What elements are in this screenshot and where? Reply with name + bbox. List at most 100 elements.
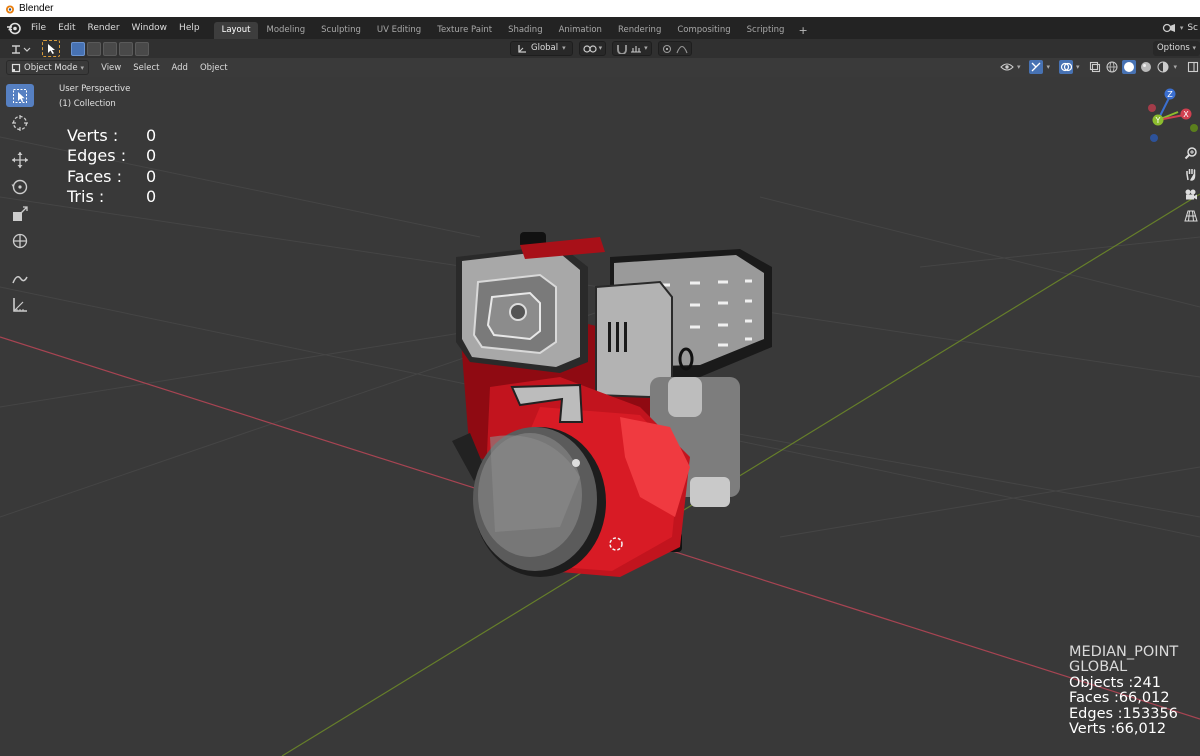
cursor-tool[interactable] (6, 111, 34, 134)
proportional-edit-dropdown[interactable] (657, 41, 692, 56)
stat-row-edges: Edges : 0 (67, 146, 156, 166)
viewport-menu-object[interactable]: Object (194, 63, 234, 73)
select-subtract-mode[interactable] (103, 41, 117, 56)
move-tool[interactable] (6, 148, 34, 171)
shading-rendered-icon[interactable] (1156, 60, 1170, 74)
transform-tool[interactable] (6, 229, 34, 252)
gizmo-y-label: Y (1155, 116, 1161, 125)
stat-label: Faces : (67, 166, 122, 186)
scene-statistics: Verts : 0 Edges : 0 Faces : 0 Tris : 0 (67, 126, 156, 207)
menu-file[interactable]: File (25, 19, 52, 37)
annotate-pencil-icon (12, 275, 28, 283)
shading-material-icon[interactable] (1139, 60, 1153, 74)
chevron-down-icon: ▾ (1046, 63, 1050, 71)
select-extend-mode[interactable] (87, 41, 101, 56)
chevron-down-icon: ▾ (1075, 63, 1080, 71)
scene-selector[interactable]: ▾ Sc (1162, 17, 1200, 39)
pan-hand-icon[interactable] (1184, 167, 1198, 181)
gizmo-z-label: Z (1167, 90, 1173, 99)
stat-value: 0 (146, 126, 157, 145)
editor-type-icon (12, 44, 31, 54)
menu-render[interactable]: Render (82, 19, 126, 37)
window-title: Blender (19, 3, 54, 14)
viewport-display-controls: ▾ ▾ ▾ ▾ (1000, 60, 1200, 74)
viewport-menu-select[interactable]: Select (127, 63, 165, 73)
window-title-bar: Blender (0, 0, 1200, 17)
add-workspace-button[interactable]: + (792, 22, 813, 39)
select-invert-mode[interactable] (119, 41, 133, 56)
tab-rendering[interactable]: Rendering (610, 22, 669, 39)
camera-view-icon[interactable] (1184, 188, 1198, 202)
tab-uv-editing[interactable]: UV Editing (369, 22, 429, 39)
viewport-menu-view[interactable]: View (95, 63, 127, 73)
tab-scripting[interactable]: Scripting (739, 22, 793, 39)
viewport-header: Object Mode ▾ View Select Add Object ▾ ▾… (0, 58, 1200, 77)
transform-orientation-dropdown[interactable]: Global ▾ (510, 41, 573, 56)
scale-tool[interactable] (6, 202, 34, 225)
measure-tool[interactable] (6, 293, 34, 316)
tab-shading[interactable]: Shading (500, 22, 551, 39)
blender-logo-icon[interactable] (6, 20, 22, 36)
scene-icon (1162, 23, 1175, 33)
engine-model[interactable] (452, 232, 772, 577)
editor-type-button[interactable] (8, 41, 34, 56)
tab-compositing[interactable]: Compositing (669, 22, 738, 39)
transform-controls: Global ▾ ▾ ▾ (510, 41, 692, 56)
menu-help[interactable]: Help (173, 19, 206, 37)
object-mode-dropdown[interactable]: Object Mode ▾ (6, 60, 90, 75)
stat-label: Tris : (67, 186, 105, 206)
chevron-down-icon: ▾ (644, 44, 648, 52)
gizmo-neg-y[interactable] (1190, 124, 1198, 132)
shading-wireframe-icon[interactable] (1105, 60, 1119, 74)
move-arrows-icon (12, 151, 28, 168)
gizmo-toggle-icon[interactable] (1029, 60, 1044, 74)
select-box-tool[interactable] (6, 84, 34, 107)
sidebar-toggle-icon[interactable] (1186, 60, 1200, 74)
xray-toggle-icon[interactable] (1088, 60, 1102, 74)
pivot-point-dropdown[interactable]: ▾ (578, 41, 607, 56)
options-dropdown[interactable]: Options ▾ (1152, 41, 1200, 56)
select-new-mode[interactable] (71, 41, 85, 56)
select-tool-button[interactable] (42, 40, 60, 57)
zoom-icon[interactable] (1184, 146, 1198, 160)
snap-dropdown[interactable]: ▾ (612, 41, 652, 56)
measure-ruler-icon (13, 297, 27, 312)
3d-cursor-icon (12, 114, 28, 131)
tab-texture-paint[interactable]: Texture Paint (429, 22, 500, 39)
faces-count-text: Faces :66,012 (1069, 690, 1170, 707)
chevron-down-icon: ▾ (1192, 44, 1196, 52)
select-box-icon (13, 88, 27, 103)
tool-shelf (6, 84, 36, 316)
stat-value: 0 (146, 146, 157, 166)
select-intersect-mode[interactable] (135, 41, 149, 56)
perspective-toggle-icon[interactable] (1184, 209, 1198, 223)
object-mode-icon (11, 63, 21, 72)
overlays-toggle-icon[interactable] (1058, 60, 1073, 74)
rotate-tool[interactable] (6, 175, 34, 198)
viewport-navigation-buttons (1182, 146, 1200, 223)
tab-animation[interactable]: Animation (551, 22, 610, 39)
stat-label: Verts : (67, 126, 119, 145)
visibility-eye-icon[interactable] (1000, 60, 1014, 74)
navigation-gizmo[interactable]: Z Y X (1140, 82, 1200, 144)
menu-edit[interactable]: Edit (52, 19, 81, 37)
workspace-tabs: Layout Modeling Sculpting UV Editing Tex… (213, 17, 814, 39)
stat-value: 0 (146, 186, 157, 206)
menu-window[interactable]: Window (126, 19, 174, 37)
3d-viewport[interactable]: Z Y X (0, 77, 1200, 756)
tool-header: Global ▾ ▾ ▾ Options ▾ (0, 39, 1200, 58)
tab-layout[interactable]: Layout (213, 22, 259, 39)
shading-solid-icon[interactable] (1122, 60, 1137, 74)
viewport-menu-add[interactable]: Add (165, 63, 193, 73)
tab-modeling[interactable]: Modeling (258, 22, 313, 39)
options-label: Options (1156, 43, 1190, 53)
tab-sculpting[interactable]: Sculpting (313, 22, 369, 39)
selection-mode-buttons (70, 41, 150, 56)
pivot-point-icon (583, 44, 597, 53)
annotate-tool[interactable] (6, 266, 34, 289)
stat-row-faces: Faces : 0 (67, 167, 156, 187)
gizmo-neg-z[interactable] (1150, 134, 1158, 142)
viewport-grid (0, 136, 1200, 756)
chevron-down-icon: ▾ (80, 63, 85, 72)
gizmo-neg-x[interactable] (1148, 104, 1156, 112)
